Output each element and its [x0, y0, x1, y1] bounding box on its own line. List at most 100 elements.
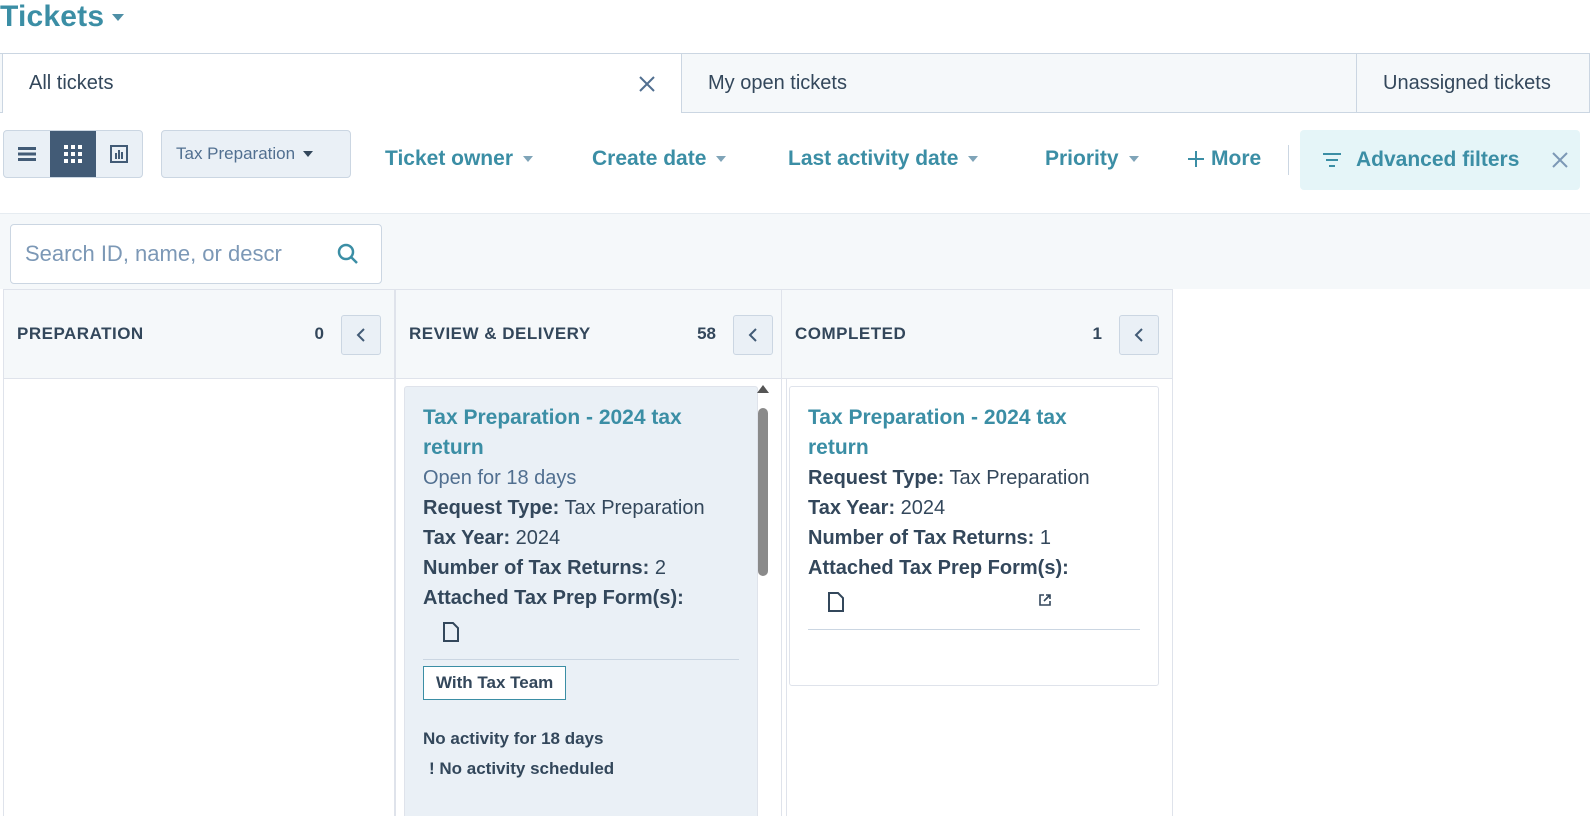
plus-icon	[1188, 151, 1204, 167]
column-header: REVIEW & DELIVERY 58	[396, 289, 786, 379]
last-activity-date-filter[interactable]: Last activity date	[788, 141, 979, 177]
tax-year-row: Tax Year: 2024	[808, 493, 1140, 523]
board-view-button[interactable]	[50, 131, 96, 177]
chevron-down-icon	[523, 156, 533, 162]
column-count: 0	[314, 324, 324, 343]
chevron-down-icon	[968, 156, 979, 162]
field-value: 2024	[515, 527, 561, 549]
list-view-button[interactable]	[4, 131, 50, 177]
ticket-title-line: Tax Preparation - 2024 tax	[808, 406, 1067, 429]
ticket-title-line: return	[808, 436, 869, 459]
field-label: Tax Year:	[808, 497, 896, 519]
pipeline-select[interactable]: Tax Preparation	[161, 130, 351, 178]
filter-label: More	[1211, 147, 1262, 170]
field-label: Tax Year:	[423, 527, 511, 549]
tab-label: Unassigned tickets	[1383, 72, 1551, 94]
view-switcher	[3, 130, 143, 178]
close-icon[interactable]	[1550, 150, 1570, 170]
field-value: 2024	[900, 497, 946, 519]
open-duration: Open for 18 days	[423, 467, 577, 489]
field-label: Request Type:	[423, 497, 560, 519]
collapse-column-button[interactable]	[1119, 315, 1159, 355]
status-tag: With Tax Team	[423, 666, 567, 700]
field-value: 1	[1039, 527, 1052, 549]
pipeline-select-value: Tax Preparation	[176, 144, 296, 163]
field-value: Tax Preparation	[949, 467, 1090, 489]
field-label: Number of Tax Returns:	[423, 557, 650, 579]
column-name: REVIEW & DELIVERY	[409, 324, 591, 343]
filter-bar: Tax Preparation Ticket owner Create date…	[0, 113, 1590, 213]
page-title[interactable]: Tickets	[0, 0, 125, 34]
column-header: COMPLETED 1	[782, 289, 1172, 379]
attached-forms-row: Attached Tax Prep Form(s):	[808, 553, 1140, 583]
chevron-left-icon	[1134, 328, 1143, 342]
search-input[interactable]	[25, 241, 325, 267]
file-icon[interactable]	[443, 622, 459, 642]
chevron-down-icon	[112, 13, 125, 21]
filter-icon	[1323, 153, 1341, 167]
board-column-preparation: PREPARATION 0	[3, 289, 395, 816]
more-filters-button[interactable]: More	[1187, 141, 1261, 177]
filter-label: Create date	[592, 147, 707, 170]
create-date-filter[interactable]: Create date	[592, 141, 727, 177]
close-icon[interactable]	[637, 74, 657, 94]
report-view-button[interactable]	[96, 131, 142, 177]
priority-filter[interactable]: Priority	[1045, 141, 1139, 177]
column-scrollbar[interactable]	[757, 385, 769, 816]
filter-label: Ticket owner	[385, 147, 513, 170]
attachments	[423, 613, 739, 659]
card-divider	[808, 629, 1140, 630]
chevron-left-icon	[356, 328, 365, 342]
filter-label: Last activity date	[788, 147, 959, 170]
board-column-review-delivery: REVIEW & DELIVERY 58 Tax Preparation - 2…	[395, 289, 787, 816]
tab-unassigned-tickets[interactable]: Unassigned tickets	[1357, 54, 1590, 113]
chevron-down-icon	[1128, 156, 1139, 162]
attachments	[808, 583, 1140, 629]
chevron-left-icon	[748, 328, 757, 342]
search-bar	[0, 213, 1590, 289]
field-value: Tax Preparation	[564, 497, 705, 519]
column-count: 58	[697, 324, 716, 343]
search-icon[interactable]	[337, 243, 359, 265]
list-view-icon	[18, 147, 36, 161]
no-activity-text: No activity for 18 days	[423, 729, 604, 748]
search-field[interactable]	[10, 224, 382, 284]
no-scheduled-text: ! No activity scheduled	[429, 759, 615, 778]
tab-all-tickets[interactable]: All tickets	[2, 54, 682, 113]
request-type-row: Request Type: Tax Preparation	[423, 493, 739, 523]
ticket-title[interactable]: Tax Preparation - 2024 tax return	[423, 403, 739, 463]
ticket-card[interactable]: Tax Preparation - 2024 tax return Open f…	[404, 386, 758, 816]
external-link-icon[interactable]	[1038, 593, 1052, 607]
advanced-filters-button[interactable]: Advanced filters	[1300, 130, 1580, 190]
report-view-icon	[110, 145, 128, 163]
collapse-column-button[interactable]	[733, 315, 773, 355]
scroll-thumb[interactable]	[758, 408, 768, 576]
field-label: Number of Tax Returns:	[808, 527, 1035, 549]
board-column-completed: COMPLETED 1 Tax Preparation - 2024 tax r…	[781, 289, 1173, 816]
page-title-text: Tickets	[0, 0, 105, 33]
ticket-card[interactable]: Tax Preparation - 2024 tax return Reques…	[789, 386, 1159, 686]
column-count: 1	[1092, 324, 1102, 343]
tab-my-open-tickets[interactable]: My open tickets	[682, 54, 1357, 113]
ticket-owner-filter[interactable]: Ticket owner	[385, 141, 533, 177]
field-label: Attached Tax Prep Form(s):	[423, 587, 684, 609]
board-view-icon	[64, 145, 82, 163]
view-tabs: All tickets My open tickets Unassigned t…	[0, 53, 1590, 113]
field-value: 2	[654, 557, 667, 579]
tax-year-row: Tax Year: 2024	[423, 523, 739, 553]
advanced-filters-label: Advanced filters	[1356, 148, 1520, 171]
ticket-title-line: Tax Preparation - 2024 tax	[423, 406, 682, 429]
collapse-column-button[interactable]	[341, 315, 381, 355]
ticket-title[interactable]: Tax Preparation - 2024 tax return	[808, 403, 1140, 463]
tab-label: My open tickets	[708, 72, 847, 94]
num-returns-row: Number of Tax Returns: 2	[423, 553, 739, 583]
scroll-up-icon[interactable]	[757, 385, 769, 393]
column-name: COMPLETED	[795, 324, 907, 343]
chevron-down-icon	[716, 156, 727, 162]
file-icon[interactable]	[828, 592, 844, 612]
column-header: PREPARATION 0	[4, 289, 394, 379]
request-type-row: Request Type: Tax Preparation	[808, 463, 1140, 493]
filter-label: Priority	[1045, 147, 1119, 170]
attached-forms-row: Attached Tax Prep Form(s):	[423, 583, 739, 613]
chevron-down-icon	[303, 151, 314, 157]
